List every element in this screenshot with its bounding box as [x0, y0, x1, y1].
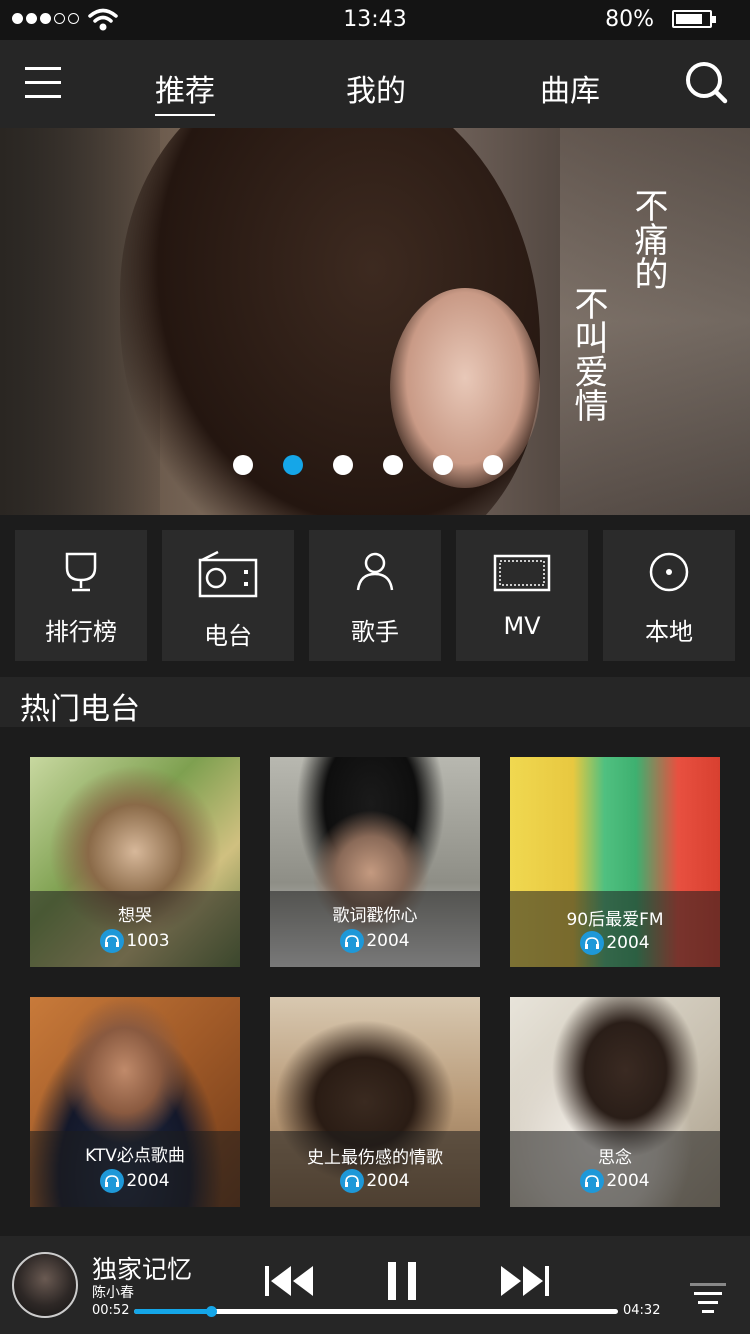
carousel-dot[interactable]	[433, 455, 453, 475]
category-artists-button[interactable]: 歌手	[309, 530, 441, 661]
playlist-icon[interactable]	[690, 1281, 726, 1317]
carousel-dot[interactable]	[233, 455, 253, 475]
category-mv-button[interactable]: MV	[456, 530, 588, 661]
category-label: 排行榜	[45, 618, 117, 646]
listener-count-value: 2004	[366, 1171, 410, 1191]
pause-icon[interactable]	[386, 1260, 418, 1302]
duration-time: 04:32	[623, 1303, 661, 1318]
listener-count-value: 2004	[366, 931, 410, 951]
category-label: 歌手	[351, 618, 399, 646]
category-charts-button[interactable]: 排行榜	[15, 530, 147, 661]
listener-count: 2004	[270, 929, 480, 953]
person-icon	[356, 552, 394, 591]
status-bar: 13:43 80%	[0, 0, 750, 40]
tab-library[interactable]: 曲库	[540, 66, 600, 110]
next-icon[interactable]	[499, 1264, 551, 1298]
category-bar: 排行榜 电台 歌手 MV 本地	[15, 530, 735, 661]
headphones-icon	[100, 929, 125, 953]
film-icon	[493, 554, 551, 592]
station-name: 史上最伤感的情歌	[307, 1148, 443, 1168]
listener-count: 2004	[510, 1169, 720, 1193]
headphones-icon	[340, 1169, 365, 1193]
carousel-dot[interactable]	[383, 455, 403, 475]
listener-count: 2004	[510, 931, 720, 955]
artist-name: 陈小春	[92, 1285, 134, 1301]
category-local-button[interactable]: 本地	[603, 530, 735, 661]
station-name: KTV必点歌曲	[85, 1146, 185, 1166]
album-avatar[interactable]	[12, 1252, 78, 1318]
headphones-icon	[100, 1169, 125, 1193]
station-card[interactable]: 90后最爱FM 2004	[510, 757, 720, 967]
disc-icon	[649, 552, 689, 592]
battery-percentage: 80%	[605, 7, 654, 32]
tab-mine[interactable]: 我的	[346, 66, 406, 110]
category-radio-button[interactable]: 电台	[162, 530, 294, 661]
station-card[interactable]: 想哭 1003	[30, 757, 240, 967]
song-title: 独家记忆	[92, 1255, 193, 1284]
mini-player: 独家记忆 陈小春 00:52 04:32	[0, 1236, 750, 1334]
listener-count: 2004	[270, 1169, 480, 1193]
battery-icon	[672, 10, 716, 28]
listener-count-value: 2004	[126, 1171, 170, 1191]
trophy-icon	[65, 552, 97, 592]
station-card[interactable]: 歌词戳你心 2004	[270, 757, 480, 967]
search-icon[interactable]	[684, 60, 728, 104]
headphones-icon	[580, 1169, 605, 1193]
carousel-dot-active[interactable]	[283, 455, 303, 475]
banner-caption-1: 不痛的	[628, 188, 668, 290]
listener-count-value: 2004	[606, 933, 650, 953]
station-card[interactable]: 史上最伤感的情歌 2004	[270, 997, 480, 1207]
station-card[interactable]: 思念 2004	[510, 997, 720, 1207]
section-title: 热门电台	[20, 692, 140, 727]
progress-fill	[134, 1309, 212, 1314]
listener-count: 2004	[30, 1169, 240, 1193]
listener-count: 1003	[30, 929, 240, 953]
radio-icon	[198, 550, 258, 598]
category-label: 电台	[204, 622, 252, 650]
hot-radio-header: 热门电台	[0, 677, 750, 727]
station-card[interactable]: KTV必点歌曲 2004	[30, 997, 240, 1207]
category-label: MV	[503, 612, 541, 640]
carousel-dot[interactable]	[333, 455, 353, 475]
banner-carousel[interactable]: 不痛的 不叫爱情	[0, 128, 750, 515]
carousel-dot[interactable]	[483, 455, 503, 475]
station-name: 歌词戳你心	[332, 906, 418, 926]
top-navigation: 推荐 我的 曲库	[0, 40, 750, 128]
menu-icon[interactable]	[25, 67, 61, 99]
station-name: 想哭	[118, 906, 152, 926]
elapsed-time: 00:52	[92, 1303, 130, 1318]
tab-recommend[interactable]: 推荐	[155, 66, 215, 116]
station-name: 思念	[598, 1148, 632, 1168]
carousel-dots	[233, 455, 503, 475]
headphones-icon	[340, 929, 365, 953]
previous-icon[interactable]	[263, 1264, 315, 1298]
listener-count-value: 2004	[606, 1171, 650, 1191]
station-name: 90后最爱FM	[566, 910, 664, 930]
progress-bar[interactable]	[134, 1306, 618, 1317]
listener-count-value: 1003	[126, 931, 170, 951]
category-label: 本地	[645, 618, 693, 646]
banner-caption-2: 不叫爱情	[568, 286, 608, 422]
headphones-icon	[580, 931, 605, 955]
progress-handle[interactable]	[206, 1306, 218, 1317]
